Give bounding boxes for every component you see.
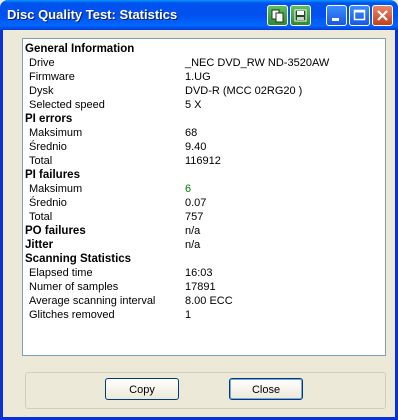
stat-value: 1.UG (185, 71, 211, 83)
stat-row: Total 757 (25, 210, 381, 224)
stat-value: 8.00 ECC (185, 295, 233, 307)
stat-row: Firmware 1.UG (25, 70, 381, 84)
button-bar: Copy Close (25, 372, 386, 409)
stat-value: n/a (185, 225, 201, 237)
section-heading: General Information (25, 42, 381, 56)
stat-value: 1 (185, 309, 192, 321)
copy-button[interactable]: Copy (105, 378, 179, 400)
stat-label: Jitter (25, 239, 54, 251)
stat-label: Maksimum (29, 183, 83, 195)
stat-row: Średnio 0.07 (25, 196, 381, 210)
stat-value: 5 X (185, 99, 202, 111)
stat-row: Numer of samples 17891 (25, 280, 381, 294)
stat-label: Średnio (29, 141, 67, 153)
stat-value: 16:03 (185, 267, 213, 279)
stat-value: 17891 (185, 281, 216, 293)
stat-label: Glitches removed (29, 309, 115, 321)
statistics-panel: General Information Drive _NEC DVD_RW ND-3… (22, 38, 386, 356)
stat-label: Dysk (29, 85, 54, 97)
close-window-button[interactable] (372, 5, 393, 26)
stat-row: Total 116912 (25, 154, 381, 168)
copy-to-clipboard-icon[interactable] (267, 5, 288, 26)
stat-label: Total (29, 155, 53, 167)
stat-row: Elapsed time 16:03 (25, 266, 381, 280)
stat-value: 116912 (185, 155, 221, 167)
stat-row: Dysk DVD-R (MCC 02RG20 ) (25, 84, 381, 98)
stat-label: Elapsed time (29, 267, 93, 279)
stat-value: 9.40 (185, 141, 207, 153)
stat-row: Average scanning interval 8.00 ECC (25, 294, 381, 308)
window-title: Disc Quality Test: Statistics (7, 7, 178, 22)
stat-label: General Information (25, 43, 135, 55)
minimize-button[interactable] (326, 5, 347, 26)
section-heading: PI errors (25, 112, 381, 126)
stat-row: Maksimum 68 (25, 126, 381, 140)
stat-row: Drive _NEC DVD_RW ND-3520AW (25, 56, 381, 70)
stat-value: DVD-R (MCC 02RG20 ) (185, 85, 303, 97)
stat-value: 757 (185, 211, 204, 223)
statistics-window: Disc Quality Test: Statistics General In… (0, 0, 398, 420)
stat-label: PI errors (25, 113, 73, 125)
stat-label: Średnio (29, 197, 67, 209)
stat-value: 68 (185, 127, 198, 139)
section-heading: Jitter n/a (25, 238, 381, 252)
stat-label: PI failures (25, 169, 80, 181)
stat-label: Firmware (29, 71, 75, 83)
stat-label: Maksimum (29, 127, 83, 139)
stat-value: _NEC DVD_RW ND-3520AW (185, 57, 330, 69)
stat-label: Selected speed (29, 99, 105, 111)
stat-row: Średnio 9.40 (25, 140, 381, 154)
stat-row: Selected speed 5 X (25, 98, 381, 112)
stat-value: 0.07 (185, 197, 207, 209)
stat-value: n/a (185, 239, 201, 251)
stat-row: Glitches removed 1 (25, 308, 381, 322)
stat-label: Numer of samples (29, 281, 119, 293)
stat-row: Maksimum 6 (25, 182, 381, 196)
section-heading: Scanning Statistics (25, 252, 381, 266)
stat-label: Drive (29, 57, 55, 69)
stat-label: Average scanning interval (29, 295, 156, 307)
stat-label: Total (29, 211, 53, 223)
close-button[interactable]: Close (229, 378, 303, 400)
stat-value: 6 (185, 183, 192, 195)
stat-label: Scanning Statistics (25, 253, 132, 265)
title-bar[interactable]: Disc Quality Test: Statistics (0, 0, 398, 30)
section-heading: PI failures (25, 168, 381, 182)
stat-label: PO failures (25, 225, 86, 237)
maximize-button[interactable] (349, 5, 370, 26)
statistics-list: General Information Drive _NEC DVD_RW ND-3… (25, 42, 381, 322)
save-icon[interactable] (290, 5, 311, 26)
section-heading: PO failures n/a (25, 224, 381, 238)
